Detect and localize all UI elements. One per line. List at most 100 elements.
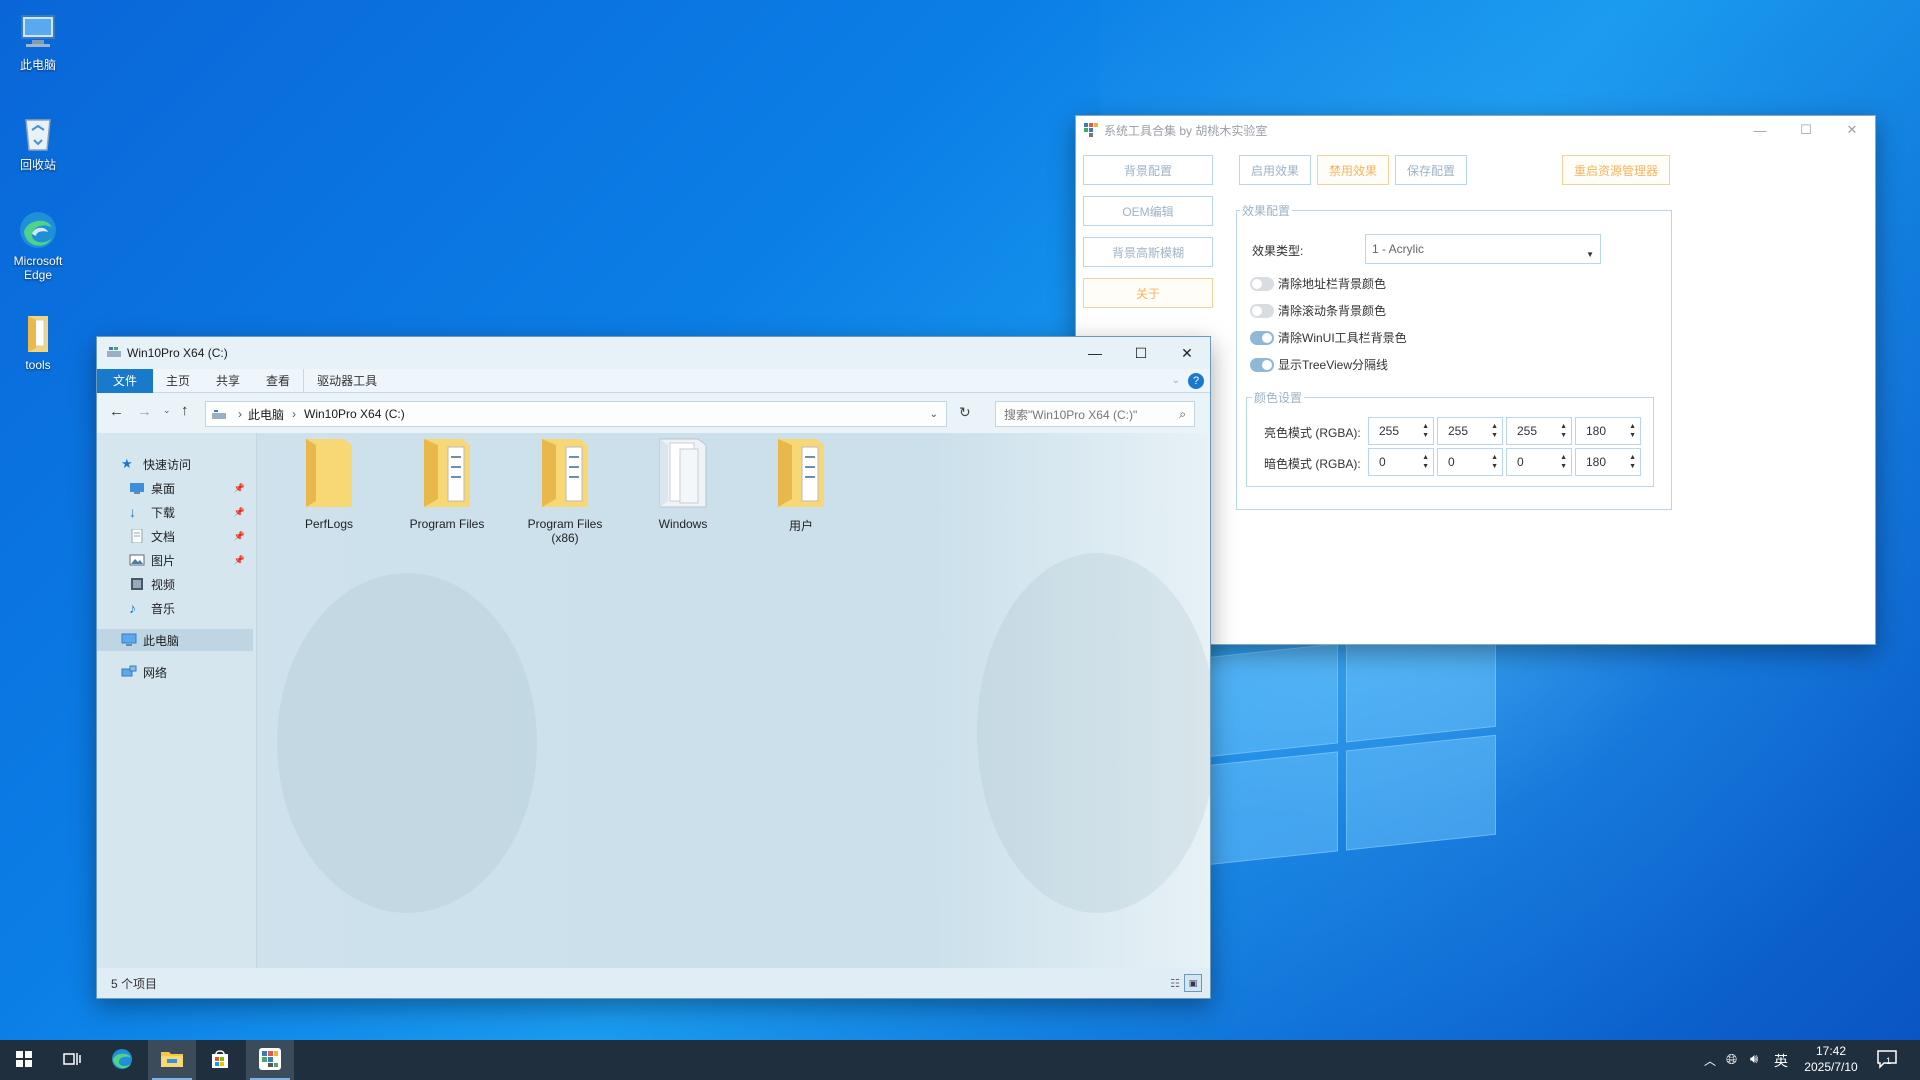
explorer-titlebar[interactable]: Win10Pro X64 (C:) (97, 337, 1210, 369)
search-placeholder: 搜索"Win10Pro X64 (C:)" (1004, 407, 1138, 422)
disable-effect-button[interactable]: 禁用效果 (1317, 155, 1389, 185)
address-input[interactable]: › 此电脑 › Win10Pro X64 (C:) ⌄ (205, 401, 947, 427)
file-list-pane[interactable]: PerfLogs Program Files Program Files (x8… (257, 433, 1210, 970)
folder-item[interactable]: PerfLogs (279, 433, 379, 531)
ime-indicator[interactable]: 英 (1774, 1051, 1788, 1071)
maximize-button[interactable]: ☐ (1783, 116, 1829, 144)
nav-videos[interactable]: 视频 (97, 573, 253, 595)
breadcrumb-this-pc[interactable]: 此电脑 (248, 406, 284, 423)
toggle-switch[interactable] (1250, 357, 1274, 372)
forward-arrow-icon[interactable]: → (137, 403, 152, 420)
enable-effect-button[interactable]: 启用效果 (1239, 155, 1311, 185)
desktop-icon-tools[interactable]: tools (8, 312, 68, 372)
tab-home[interactable]: 主页 (153, 369, 203, 393)
tab-drive-tools[interactable]: 驱动器工具 (303, 368, 390, 393)
tab-share[interactable]: 共享 (203, 369, 253, 393)
tab-view[interactable]: 查看 (253, 369, 303, 393)
details-view-icon[interactable]: ☷ (1170, 977, 1180, 990)
dark-b-spinner[interactable]: 0 ▲ ▼ (1506, 448, 1572, 476)
toggle-clear-address-bg[interactable]: 清除地址栏背景颜色 (1250, 275, 1386, 292)
chevron-down-icon[interactable]: ⌄ (930, 409, 938, 420)
light-g-spinner[interactable]: 255 ▲ ▼ (1437, 417, 1503, 445)
restart-explorer-button[interactable]: 重启资源管理器 (1562, 155, 1670, 185)
folder-item[interactable]: Program Files (397, 433, 497, 531)
tab-file[interactable]: 文件 (97, 368, 154, 393)
spinner-arrows-icon[interactable]: ▲ ▼ (1491, 453, 1498, 471)
close-button[interactable]: ✕ (1829, 116, 1875, 144)
minimize-button[interactable]: — (1072, 337, 1118, 369)
refresh-icon[interactable]: ↻ (959, 404, 971, 421)
folder-item[interactable]: Program Files (x86) (515, 433, 615, 545)
toggle-show-treeview-divider[interactable]: 显示TreeView分隔线 (1250, 356, 1388, 373)
about-button[interactable]: 关于 (1083, 278, 1213, 308)
save-config-button[interactable]: 保存配置 (1395, 155, 1467, 185)
spinner-arrows-icon[interactable]: ▲ ▼ (1629, 422, 1636, 440)
toggle-switch[interactable] (1250, 276, 1274, 291)
bg-blur-button[interactable]: 背景高斯模糊 (1083, 237, 1213, 267)
spinner-arrows-icon[interactable]: ▲ ▼ (1560, 422, 1567, 440)
pin-icon[interactable]: 📌 (234, 507, 245, 518)
bg-config-button[interactable]: 背景配置 (1083, 155, 1213, 185)
notification-center-button[interactable]: 1 (1876, 1048, 1900, 1072)
nav-network[interactable]: 网络 (97, 661, 253, 683)
start-button[interactable] (0, 1040, 48, 1080)
nav-downloads[interactable]: ↓ 下载 📌 (97, 501, 253, 523)
folder-name: 用户 (788, 519, 813, 533)
taskbar-tools-app[interactable] (246, 1040, 294, 1080)
volume-icon[interactable]: 🔊︎ (1750, 1051, 1758, 1067)
spinner-arrows-icon[interactable]: ▲ ▼ (1629, 453, 1636, 471)
desktop-icon-this-pc[interactable]: 此电脑 (8, 10, 68, 73)
clock[interactable]: 17:42 2025/7/10 (1796, 1043, 1866, 1075)
folder-name: Windows (658, 517, 708, 531)
toggle-switch[interactable] (1250, 303, 1274, 318)
spinner-arrows-icon[interactable]: ▲ ▼ (1422, 422, 1429, 440)
desktop-icon-recycle-bin[interactable]: 回收站 (8, 110, 68, 173)
toggle-switch[interactable] (1250, 330, 1274, 345)
spinner-arrows-icon[interactable]: ▲ ▼ (1422, 453, 1429, 471)
minimize-button[interactable]: — (1737, 116, 1783, 144)
search-input[interactable]: 搜索"Win10Pro X64 (C:)" ⌕ (995, 401, 1195, 427)
help-icon[interactable]: ? (1188, 373, 1204, 389)
light-b-spinner[interactable]: 255 ▲ ▼ (1506, 417, 1572, 445)
nav-desktop[interactable]: 桌面 📌 (97, 477, 253, 499)
maximize-button[interactable]: ☐ (1118, 337, 1164, 369)
up-arrow-icon[interactable]: ↑ (181, 402, 189, 419)
pin-icon[interactable]: 📌 (234, 531, 245, 542)
folder-item[interactable]: Windows (633, 433, 733, 531)
nav-this-pc[interactable]: 此电脑 (97, 629, 253, 651)
large-icons-view-icon[interactable]: ▣ (1184, 974, 1202, 992)
search-icon[interactable]: ⌕ (1179, 407, 1186, 422)
recent-locations-icon[interactable]: ⌄ (163, 405, 171, 416)
spinner-value: 0 (1379, 455, 1386, 469)
taskbar-store[interactable] (196, 1040, 244, 1080)
network-globe-icon[interactable]: 🌐︎ (1726, 1051, 1737, 1068)
light-a-spinner[interactable]: 180 ▲ ▼ (1575, 417, 1641, 445)
breadcrumb-drive[interactable]: Win10Pro X64 (C:) (304, 407, 405, 421)
chevron-down-icon: ▼ (1586, 250, 1594, 259)
desktop-icon-edge[interactable]: Microsoft Edge (8, 208, 68, 282)
oem-edit-button[interactable]: OEM编辑 (1083, 196, 1213, 226)
tray-overflow-icon[interactable]: ︿ (1704, 1052, 1716, 1069)
task-view-button[interactable] (48, 1040, 96, 1080)
spinner-arrows-icon[interactable]: ▲ ▼ (1491, 422, 1498, 440)
pin-icon[interactable]: 📌 (234, 555, 245, 566)
taskbar-edge[interactable] (98, 1040, 146, 1080)
dark-a-spinner[interactable]: 180 ▲ ▼ (1575, 448, 1641, 476)
light-r-spinner[interactable]: 255 ▲ ▼ (1368, 417, 1434, 445)
pin-icon[interactable]: 📌 (234, 483, 245, 494)
dark-r-spinner[interactable]: 0 ▲ ▼ (1368, 448, 1434, 476)
effect-type-select[interactable]: 1 - Acrylic ▼ (1365, 234, 1601, 264)
toggle-clear-winui-toolbar-bg[interactable]: 清除WinUI工具栏背景色 (1250, 329, 1407, 346)
close-button[interactable]: ✕ (1164, 337, 1210, 369)
dark-g-spinner[interactable]: 0 ▲ ▼ (1437, 448, 1503, 476)
toggle-clear-scrollbar-bg[interactable]: 清除滚动条背景颜色 (1250, 302, 1386, 319)
folder-item[interactable]: 用户 (751, 433, 851, 534)
nav-quick-access[interactable]: ★ 快速访问 (97, 453, 253, 475)
nav-documents[interactable]: 文档 📌 (97, 525, 253, 547)
ribbon-expand-icon[interactable]: ⌄ (1172, 375, 1180, 386)
spinner-arrows-icon[interactable]: ▲ ▼ (1560, 453, 1567, 471)
nav-pictures[interactable]: 图片 📌 (97, 549, 253, 571)
back-arrow-icon[interactable]: ← (109, 403, 124, 420)
taskbar-explorer[interactable] (148, 1040, 196, 1080)
nav-music[interactable]: ♪ 音乐 (97, 597, 253, 619)
